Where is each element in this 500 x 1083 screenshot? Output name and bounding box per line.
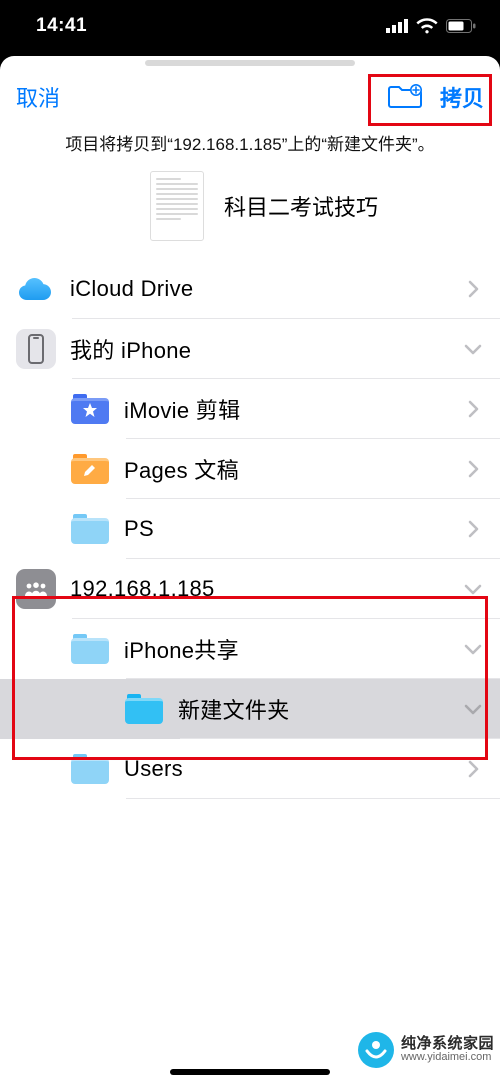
signal-icon	[386, 19, 408, 33]
watermark-title: 纯净系统家园	[401, 1036, 494, 1052]
list-item-label: 我的 iPhone	[70, 333, 460, 365]
list-item-iphone-share[interactable]: iPhone共享	[0, 619, 500, 679]
list-item-new-folder[interactable]: 新建文件夹	[0, 679, 500, 739]
copy-button[interactable]: 拷贝	[440, 81, 484, 113]
folder-icon	[124, 689, 164, 729]
list-item-label: Pages 文稿	[124, 453, 460, 485]
status-right	[386, 18, 476, 34]
home-indicator[interactable]	[170, 1069, 330, 1075]
chevron-down-icon	[460, 584, 486, 595]
chevron-down-icon	[460, 644, 486, 655]
battery-icon	[446, 19, 476, 33]
chevron-down-icon	[460, 704, 486, 715]
document-title: 科目二考试技巧	[224, 190, 378, 222]
list-item-label: 192.168.1.185	[70, 576, 460, 602]
nav-bar: 取消 拷贝	[0, 56, 500, 124]
iphone-device-icon	[16, 329, 56, 369]
chevron-right-icon	[460, 760, 486, 778]
list-item-label: iPhone共享	[124, 633, 460, 665]
list-item-imovie[interactable]: iMovie 剪辑	[0, 379, 500, 439]
watermark: 纯净系统家园 www.yidaimei.com	[357, 1031, 494, 1069]
list-item-pages[interactable]: Pages 文稿	[0, 439, 500, 499]
folder-icon	[70, 629, 110, 669]
folder-plus-icon	[388, 84, 422, 110]
list-item-label: 新建文件夹	[178, 693, 460, 725]
chevron-right-icon	[460, 460, 486, 478]
folder-icon	[70, 389, 110, 429]
status-bar: 14:41	[0, 0, 500, 52]
list-item-icloud[interactable]: iCloud Drive	[0, 259, 500, 319]
chevron-right-icon	[460, 280, 486, 298]
new-folder-button[interactable]	[388, 84, 422, 110]
list-item-label: iCloud Drive	[70, 276, 460, 302]
folder-icon	[70, 749, 110, 789]
star-icon	[82, 402, 98, 418]
watermark-url: www.yidaimei.com	[401, 1052, 494, 1064]
chevron-down-icon	[460, 344, 486, 355]
file-picker-sheet: 取消 拷贝 项目将拷贝到“192.168.1.185”上的“新建文件夹”。 科目…	[0, 56, 500, 1083]
document-thumbnail-icon	[150, 171, 204, 241]
location-list: iCloud Drive 我的 iPhone iMovie 剪辑	[0, 259, 500, 799]
list-item-label: Users	[124, 756, 460, 782]
list-item-users[interactable]: Users	[0, 739, 500, 799]
folder-icon	[70, 449, 110, 489]
cancel-button[interactable]: 取消	[16, 81, 60, 113]
shared-server-icon	[16, 569, 56, 609]
list-item-label: PS	[124, 516, 460, 542]
pencil-icon	[82, 462, 98, 478]
list-item-label: iMovie 剪辑	[124, 393, 460, 425]
destination-subtitle: 项目将拷贝到“192.168.1.185”上的“新建文件夹”。	[0, 124, 500, 165]
wifi-icon	[416, 18, 438, 34]
status-time: 14:41	[36, 15, 87, 37]
chevron-right-icon	[460, 400, 486, 418]
item-preview: 科目二考试技巧	[0, 165, 500, 259]
list-item-server[interactable]: 192.168.1.185	[0, 559, 500, 619]
chevron-right-icon	[460, 520, 486, 538]
list-item-my-iphone[interactable]: 我的 iPhone	[0, 319, 500, 379]
watermark-logo-icon	[357, 1031, 395, 1069]
icloud-icon	[16, 269, 56, 309]
list-item-ps[interactable]: PS	[0, 499, 500, 559]
folder-icon	[70, 509, 110, 549]
